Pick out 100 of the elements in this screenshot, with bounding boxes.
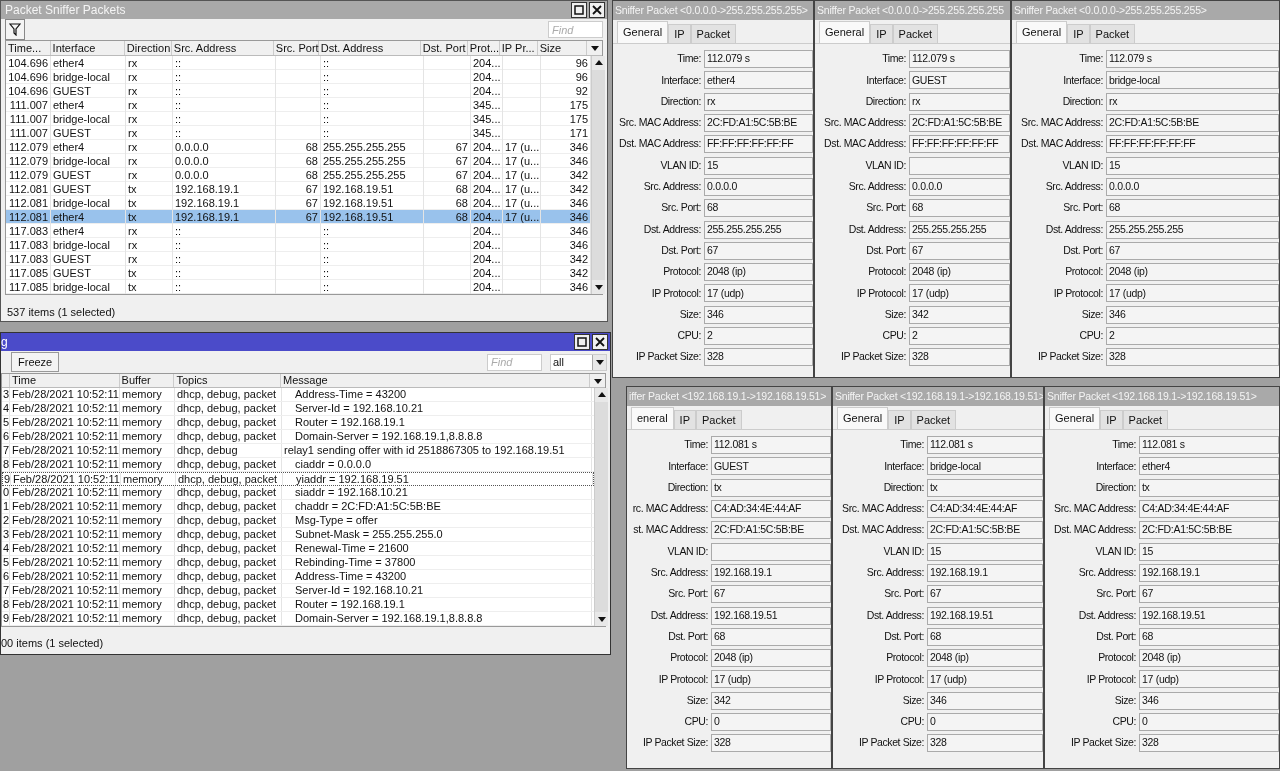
value-field[interactable]: C4:AD:34:4E:44:AF	[1139, 500, 1279, 519]
value-field[interactable]: 17 (udp)	[1106, 284, 1279, 303]
value-field[interactable]: 255.255.255.255	[704, 220, 813, 239]
tab[interactable]: Packet	[910, 410, 957, 429]
value-field[interactable]: tx	[1139, 478, 1279, 497]
value-field[interactable]: 68	[1106, 199, 1279, 218]
tab[interactable]: IP	[673, 410, 696, 429]
value-field[interactable]: 112.081 s	[711, 436, 831, 455]
value-field[interactable]: 328	[909, 348, 1010, 367]
find-field[interactable]: Find	[548, 21, 603, 38]
tab[interactable]: General	[1049, 407, 1101, 429]
value-field[interactable]: 68	[909, 199, 1010, 218]
value-field[interactable]: C4:AD:34:4E:44:AF	[927, 500, 1043, 519]
column-header[interactable]: Dst. Port	[420, 41, 468, 55]
tab[interactable]: Packet	[1122, 410, 1169, 429]
scroll-up-icon[interactable]	[596, 390, 607, 400]
value-field[interactable]: 67	[927, 585, 1043, 604]
table-row[interactable]: 104.696 GUEST rx :: :: 204... 92	[6, 84, 591, 98]
table-row[interactable]: 112.081 bridge-local tx 192.168.19.1 67 192.168.19.51 68 204... 17 (u... 346	[6, 196, 591, 210]
value-field[interactable]: FF:FF:FF:FF:FF:FF	[1106, 135, 1279, 154]
tab[interactable]: Packet	[690, 24, 737, 43]
log-row[interactable]: 3 Feb/28/2021 10:52:11 memory dhcp, debug, packet Address-Time = 43200	[2, 388, 594, 402]
log-row[interactable]: 7 Feb/28/2021 10:52:11 memory dhcp, debug, packet Server-Id = 192.168.10.21	[2, 584, 594, 598]
value-field[interactable]: 192.168.19.1	[1139, 563, 1279, 582]
value-field[interactable]: GUEST	[909, 71, 1010, 90]
value-field[interactable]: 328	[1106, 348, 1279, 367]
value-field[interactable]: 0	[711, 713, 831, 731]
value-field[interactable]: 192.168.19.51	[1139, 606, 1279, 625]
value-field[interactable]: bridge-local	[1106, 71, 1279, 90]
table-row[interactable]: 112.081 GUEST tx 192.168.19.1 67 192.168.19.51 68 204... 17 (u... 342	[6, 182, 591, 196]
value-field[interactable]: 346	[1139, 691, 1279, 710]
value-field[interactable]: tx	[711, 478, 831, 497]
close-button[interactable]	[589, 2, 605, 18]
value-field[interactable]: 17 (udp)	[704, 284, 813, 303]
value-field[interactable]: C4:AD:34:4E:44:AF	[711, 500, 831, 519]
table-row[interactable]: 112.079 bridge-local rx 0.0.0.0 68 255.255.255.255 67 204... 17 (u... 346	[6, 154, 591, 168]
value-field[interactable]: 112.081 s	[927, 436, 1043, 455]
tab[interactable]: IP	[888, 410, 911, 429]
scroll-down-icon[interactable]	[593, 282, 604, 292]
column-header[interactable]: Src. Address	[171, 41, 274, 55]
value-field[interactable]: 2C:FD:A1:5C:5B:BE	[711, 521, 831, 540]
topic-dropdown[interactable]: all	[550, 353, 607, 371]
value-field[interactable]: 342	[711, 691, 831, 710]
value-field[interactable]: 17 (udp)	[927, 670, 1043, 689]
value-field[interactable]: FF:FF:FF:FF:FF:FF	[909, 135, 1010, 154]
value-field[interactable]: 328	[704, 348, 813, 367]
value-field[interactable]: 346	[704, 305, 813, 324]
find-field[interactable]: Find	[487, 353, 542, 371]
value-field[interactable]: FF:FF:FF:FF:FF:FF	[704, 135, 813, 154]
column-header[interactable]: Message	[281, 374, 591, 387]
value-field[interactable]: 2	[1106, 327, 1279, 345]
table-row[interactable]: 111.007 ether4 rx :: :: 345... 175	[6, 98, 591, 112]
value-field[interactable]: 67	[1139, 585, 1279, 604]
tab[interactable]: General	[617, 21, 669, 43]
maximize-button[interactable]	[571, 2, 587, 18]
value-field[interactable]: 112.079 s	[1106, 50, 1279, 69]
column-header[interactable]: Src. Port	[273, 41, 319, 55]
value-field[interactable]: 15	[927, 542, 1043, 561]
value-field[interactable]: 192.168.19.51	[711, 606, 831, 625]
column-header[interactable]: Interface	[50, 41, 125, 55]
table-row[interactable]: 117.085 bridge-local tx :: :: 204... 346	[6, 280, 591, 294]
table-row[interactable]: 117.085 GUEST tx :: :: 204... 342	[6, 266, 591, 280]
value-field[interactable]: rx	[1106, 92, 1279, 111]
column-header[interactable]: Prot...	[467, 41, 500, 55]
value-field[interactable]: 67	[704, 241, 813, 260]
tab[interactable]: IP	[668, 24, 691, 43]
log-row[interactable]: 5 Feb/28/2021 10:52:11 memory dhcp, debug, packet Router = 192.168.19.1	[2, 416, 594, 430]
table-row[interactable]: 104.696 bridge-local rx :: :: 204... 96	[6, 70, 591, 84]
value-field[interactable]: 15	[1106, 156, 1279, 175]
value-field[interactable]: 192.168.19.51	[927, 606, 1043, 625]
value-field[interactable]: 0	[927, 713, 1043, 731]
tab[interactable]: General	[819, 21, 871, 43]
value-field[interactable]: 342	[909, 305, 1010, 324]
tab[interactable]: Packet	[1089, 24, 1136, 43]
value-field[interactable]: 2C:FD:A1:5C:5B:BE	[927, 521, 1043, 540]
table-row[interactable]: 111.007 bridge-local rx :: :: 345... 175	[6, 112, 591, 126]
value-field[interactable]: 68	[711, 627, 831, 646]
scrollbar[interactable]	[594, 388, 608, 626]
column-header[interactable]: Size	[537, 41, 588, 55]
tab[interactable]: eneral	[631, 407, 674, 429]
log-row[interactable]: 6 Feb/28/2021 10:52:11 memory dhcp, debug, packet Address-Time = 43200	[2, 570, 594, 584]
column-header[interactable]: Direction	[124, 41, 172, 55]
filter-button[interactable]	[5, 19, 25, 40]
scroll-up-icon[interactable]	[593, 58, 604, 68]
table-row[interactable]: 112.081 ether4 tx 192.168.19.1 67 192.168.19.51 68 204... 17 (u... 346	[6, 210, 591, 224]
value-field[interactable]: 2	[704, 327, 813, 345]
tab[interactable]: IP	[870, 24, 893, 43]
value-field[interactable]: 15	[1139, 542, 1279, 561]
value-field[interactable]: ether4	[704, 71, 813, 90]
value-field[interactable]: 2048 (ip)	[1139, 649, 1279, 668]
value-field[interactable]: 2048 (ip)	[927, 649, 1043, 668]
value-field[interactable]: 68	[927, 627, 1043, 646]
scrollbar[interactable]	[591, 56, 605, 294]
table-row[interactable]: 117.083 ether4 rx :: :: 204... 346	[6, 224, 591, 238]
freeze-button[interactable]: Freeze	[11, 352, 60, 372]
value-field[interactable]: GUEST	[711, 457, 831, 476]
tab[interactable]: Packet	[696, 410, 742, 429]
log-row[interactable]: 4 Feb/28/2021 10:52:11 memory dhcp, debug, packet Renewal-Time = 21600	[2, 542, 594, 556]
log-row[interactable]: 2 Feb/28/2021 10:52:11 memory dhcp, debug, packet Msg-Type = offer	[2, 514, 594, 528]
value-field[interactable]: 67	[711, 585, 831, 604]
